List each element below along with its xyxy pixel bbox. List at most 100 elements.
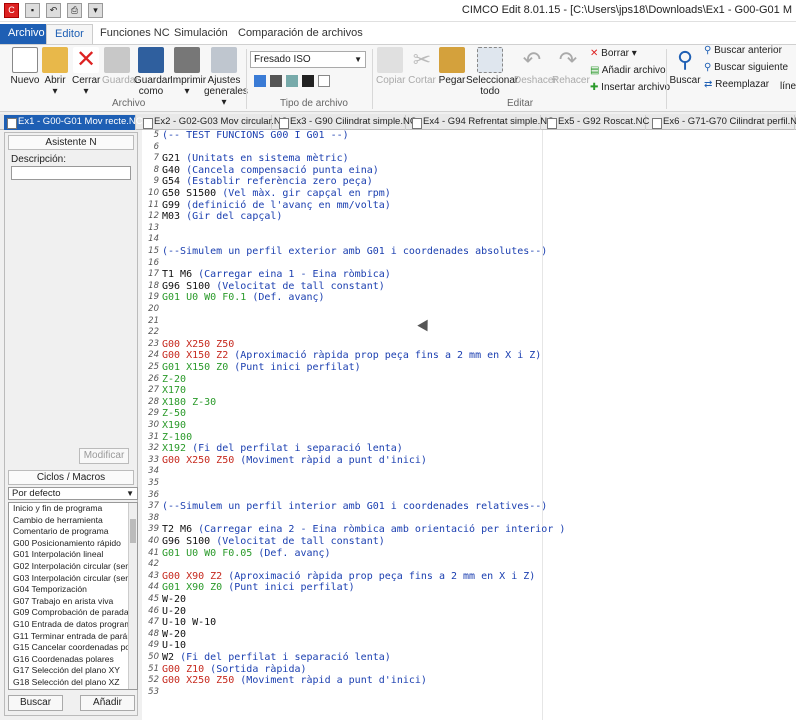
machine-tool-icon[interactable]: [302, 75, 314, 87]
macro-list-item[interactable]: G09 Comprobación de parada p...: [9, 607, 129, 619]
tab-archivo[interactable]: Archivo: [0, 24, 46, 44]
code-line[interactable]: 18 G96 S100 (Velocitat de tall constant): [142, 281, 796, 293]
code-line[interactable]: 10 G50 S1500 (Vel màx. gir capçal en rpm): [142, 188, 796, 200]
code-line[interactable]: 34: [142, 466, 796, 478]
macro-list-item[interactable]: G07 Trabajo en arista viva: [9, 596, 129, 608]
code-line[interactable]: 31 Z-100: [142, 432, 796, 444]
file-type-select[interactable]: Fresado ISO ▼: [250, 51, 366, 68]
code-line[interactable]: 11 G99 (definició de l'avanç en mm/volta): [142, 200, 796, 212]
refresh-tool-icon[interactable]: [318, 75, 330, 87]
scrollbar-thumb[interactable]: [130, 519, 136, 543]
paste-button[interactable]: Pegar: [438, 47, 466, 86]
append-file-button[interactable]: ▤ Añadir archivo: [590, 65, 666, 76]
general-settings-button[interactable]: Ajustes generales ▾: [204, 47, 248, 108]
code-line[interactable]: 48 W-20: [142, 629, 796, 641]
code-line[interactable]: 6: [142, 142, 796, 154]
find-next-button[interactable]: ⚲ Buscar siguiente: [704, 62, 788, 73]
code-line[interactable]: 23 G00 X250 Z50: [142, 339, 796, 351]
macro-list-item[interactable]: G15 Cancelar coordenadas pol...: [9, 642, 129, 654]
code-line[interactable]: 50 W2 (Fi del perfilat i separació lenta): [142, 652, 796, 664]
code-line[interactable]: 43 G00 X90 Z2 (Aproximació ràpida prop pe…: [142, 571, 796, 583]
code-line[interactable]: 44 G01 X90 Z0 (Punt inici perfilat): [142, 582, 796, 594]
replace-button[interactable]: ⇄ Reemplazar: [704, 79, 769, 90]
select-all-button[interactable]: Seleccionar todo: [466, 47, 518, 97]
close-button[interactable]: ✕ Cerrar ▾: [72, 47, 100, 98]
macro-list-item[interactable]: G18 Selección del plano XZ: [9, 677, 129, 689]
description-field[interactable]: [11, 166, 131, 180]
macro-list-item[interactable]: Comentario de programa: [9, 526, 129, 538]
search-macro-button[interactable]: Buscar: [8, 695, 63, 711]
save-button[interactable]: Guardar: [102, 47, 139, 86]
code-line[interactable]: 36: [142, 490, 796, 502]
doc-tab-ex3[interactable]: Ex3 - G90 Cilindrat simple.NC: [276, 115, 417, 130]
code-line[interactable]: 7 G21 (Unitats en sistema mètric): [142, 153, 796, 165]
go-to-line-button[interactable]: líne: [780, 81, 796, 92]
code-line[interactable]: 5 (-- TEST FUNCIONS G00 I G01 --): [142, 130, 796, 142]
search-button[interactable]: ⚲ Buscar: [668, 47, 702, 86]
macro-list-item[interactable]: G04 Temporización: [9, 584, 129, 596]
app-icon[interactable]: C: [4, 3, 19, 18]
code-line[interactable]: 9 G54 (Establir referència zero peça): [142, 176, 796, 188]
code-line[interactable]: 29 Z-50: [142, 408, 796, 420]
macro-list-item[interactable]: G03 Interpolación circular (senti...: [9, 573, 129, 585]
insert-file-button[interactable]: ✚ Insertar archivo: [590, 82, 670, 93]
doc-tab-ex6[interactable]: Ex6 - G71-G70 Cilindrat perfil.NC: [649, 115, 796, 130]
macro-list-item[interactable]: G11 Terminar entrada de paráme...: [9, 631, 129, 643]
code-line[interactable]: 30 X190: [142, 420, 796, 432]
macro-list-item[interactable]: G00 Posicionamiento rápido: [9, 538, 129, 550]
doc-tab-ex4[interactable]: Ex4 - G94 Refrentat simple.NC: [409, 115, 554, 130]
code-line[interactable]: 49 U-10: [142, 640, 796, 652]
code-line[interactable]: 37 (--Simulem un perfil interior amb G01 …: [142, 501, 796, 513]
scrollbar[interactable]: [128, 503, 137, 689]
macro-list-item[interactable]: G17 Selección del plano XY: [9, 665, 129, 677]
code-line[interactable]: 35: [142, 478, 796, 490]
code-line[interactable]: 15 (--Simulem un perfil exterior amb G01 …: [142, 246, 796, 258]
undo-quick-icon[interactable]: ↶: [46, 3, 61, 18]
doc-tab-ex5[interactable]: Ex5 - G92 Roscat.NC: [544, 115, 649, 130]
redo-button[interactable]: ↷ Rehacer: [552, 47, 590, 86]
doc-tab-ex1[interactable]: Ex1 - G00-G01 Mov recte.NC: [4, 115, 143, 130]
delete-button[interactable]: ✕ Borrar ▾: [590, 48, 637, 59]
code-line[interactable]: 8 G40 (Cancela compensació punta eina): [142, 165, 796, 177]
code-line[interactable]: 12 M03 (Gir del capçal): [142, 211, 796, 223]
code-line[interactable]: 21: [142, 316, 796, 328]
modify-button[interactable]: Modificar: [79, 448, 129, 464]
code-line[interactable]: 32 X192 (Fi del perfilat i separació lent…: [142, 443, 796, 455]
doc-tab-ex2[interactable]: Ex2 - G02-G03 Mov circular.NC: [140, 115, 288, 130]
macro-list-item[interactable]: G10 Entrada de datos programa...: [9, 619, 129, 631]
macro-list-item[interactable]: G02 Interpolación circular (senti...: [9, 561, 129, 573]
macro-list-item[interactable]: Cambio de herramienta: [9, 515, 129, 527]
tab-simulacion[interactable]: Simulación: [166, 24, 236, 44]
code-line[interactable]: 41 G01 U0 W0 F0.05 (Def. avanç): [142, 548, 796, 560]
code-line[interactable]: 38: [142, 513, 796, 525]
code-line[interactable]: 26 Z-20: [142, 374, 796, 386]
code-line[interactable]: 25 G01 X150 Z0 (Punt inici perfilat): [142, 362, 796, 374]
table-tool-icon[interactable]: [270, 75, 282, 87]
tab-funciones-nc[interactable]: Funciones NC: [92, 24, 178, 44]
macro-list-item[interactable]: G01 Interpolación lineal: [9, 549, 129, 561]
code-line[interactable]: 16: [142, 258, 796, 270]
code-line[interactable]: 28 X180 Z-30: [142, 397, 796, 409]
code-line[interactable]: 53: [142, 687, 796, 699]
code-line[interactable]: 20: [142, 304, 796, 316]
cut-button[interactable]: ✂ Cortar: [408, 47, 436, 86]
print-button[interactable]: Imprimir ▾: [170, 47, 206, 97]
macro-list-item[interactable]: Inicio y fin de programa: [9, 503, 129, 515]
save-quick-icon[interactable]: ▪: [25, 3, 40, 18]
code-line[interactable]: 39 T2 M6 (Carregar eina 2 - Eina ròmbica …: [142, 524, 796, 536]
undo-button[interactable]: ↶ Deshacer: [514, 47, 557, 86]
print-quick-icon[interactable]: ⎙: [67, 3, 82, 18]
code-line[interactable]: 46 U-20: [142, 606, 796, 618]
macro-set-select[interactable]: Por defecto ▼: [8, 487, 138, 500]
macro-list-item[interactable]: G19 Selección del plano YZ: [9, 689, 129, 690]
settings-tool-icon[interactable]: [254, 75, 266, 87]
code-line[interactable]: 47 U-10 W-10: [142, 617, 796, 629]
code-line[interactable]: 42: [142, 559, 796, 571]
macro-list-item[interactable]: G16 Coordenadas polares: [9, 654, 129, 666]
copy-button[interactable]: Copiar: [376, 47, 405, 86]
code-line[interactable]: 13: [142, 223, 796, 235]
filter-tool-icon[interactable]: [286, 75, 298, 87]
tab-editor[interactable]: Editor: [46, 24, 93, 44]
code-line[interactable]: 52 G00 X250 Z50 (Moviment ràpid a punt d'…: [142, 675, 796, 687]
tab-comparacion[interactable]: Comparación de archivos: [230, 24, 371, 44]
